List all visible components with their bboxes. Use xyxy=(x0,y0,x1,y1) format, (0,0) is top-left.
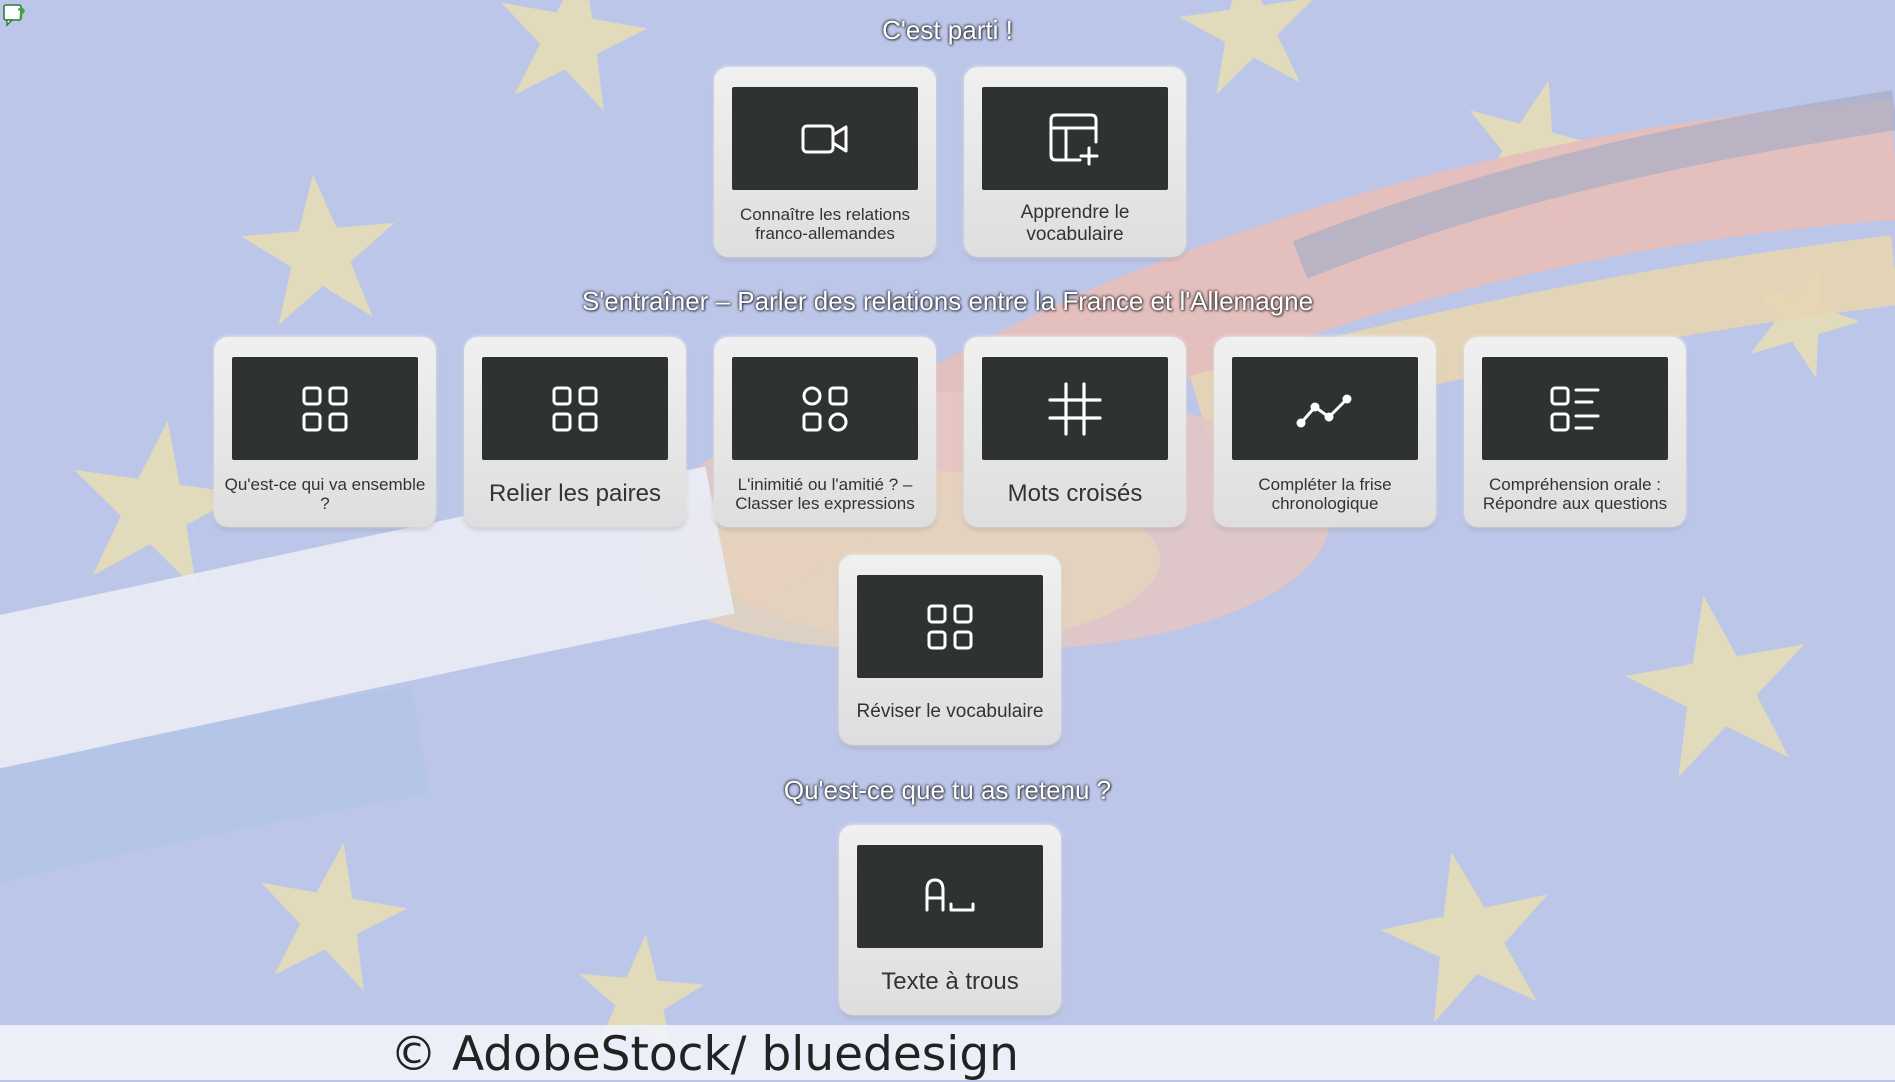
tile-relier-paires[interactable]: Relier les paires xyxy=(464,337,686,527)
grid-squares-icon xyxy=(482,357,668,460)
tile-frise-chronologique[interactable]: Compléter la frise chronologique xyxy=(1214,337,1436,527)
tile-apprendre-vocabulaire[interactable]: Apprendre le vocabulaire xyxy=(964,67,1186,257)
tile-label: Relier les paires xyxy=(488,480,662,507)
tile-mots-croises[interactable]: Mots croisés xyxy=(964,337,1186,527)
section-heading-practice: S'entraîner – Parler des relations entre… xyxy=(581,286,1314,316)
tile-label: Compréhension orale : Répondre aux quest… xyxy=(1482,475,1668,513)
tile-label: Texte à trous xyxy=(881,968,1019,995)
help-icon[interactable]: ? xyxy=(2,2,28,28)
line-chart-icon xyxy=(1232,357,1418,460)
tile-reviser-vocabulaire[interactable]: Réviser le vocabulaire xyxy=(839,555,1061,745)
tile-label: L'inimitié ou l'amitié ? – Classer les e… xyxy=(735,475,915,513)
tile-label: Réviser le vocabulaire xyxy=(856,701,1044,722)
section-heading-start: C'est parti ! xyxy=(882,15,1013,45)
tile-qui-va-ensemble[interactable]: Qu'est-ce qui va ensemble ? xyxy=(214,337,436,527)
tile-label: Mots croisés xyxy=(1007,480,1143,507)
grid-squares-icon xyxy=(857,575,1043,678)
footer-bar: © AdobeStock/ bluedesign xyxy=(0,1025,1895,1082)
tile-label: Connaître les relations franco-allemande… xyxy=(739,205,911,243)
tile-label: Compléter la frise chronologique xyxy=(1258,475,1392,513)
image-credit: © AdobeStock/ bluedesign xyxy=(390,1027,1019,1082)
grid-squares-icon xyxy=(232,357,418,460)
tile-comprehension-orale[interactable]: Compréhension orale : Répondre aux quest… xyxy=(1464,337,1686,527)
hashtag-icon xyxy=(982,357,1168,460)
svg-text:?: ? xyxy=(17,5,26,23)
tile-texte-a-trous[interactable]: Texte à trous xyxy=(839,825,1061,1015)
section-heading-review: Qu'est-ce que tu as retenu ? xyxy=(783,775,1112,805)
tile-connaitre-relations[interactable]: Connaître les relations franco-allemande… xyxy=(714,67,936,257)
tile-label: Apprendre le vocabulaire xyxy=(1020,202,1130,245)
question-list-icon xyxy=(1482,357,1668,460)
text-gap-icon xyxy=(857,845,1043,948)
shapes-sort-icon xyxy=(732,357,918,460)
video-camera-icon xyxy=(732,87,918,190)
tile-label: Qu'est-ce qui va ensemble ? xyxy=(224,475,426,513)
table-add-icon xyxy=(982,87,1168,190)
tile-classer-expressions[interactable]: L'inimitié ou l'amitié ? – Classer les e… xyxy=(714,337,936,527)
